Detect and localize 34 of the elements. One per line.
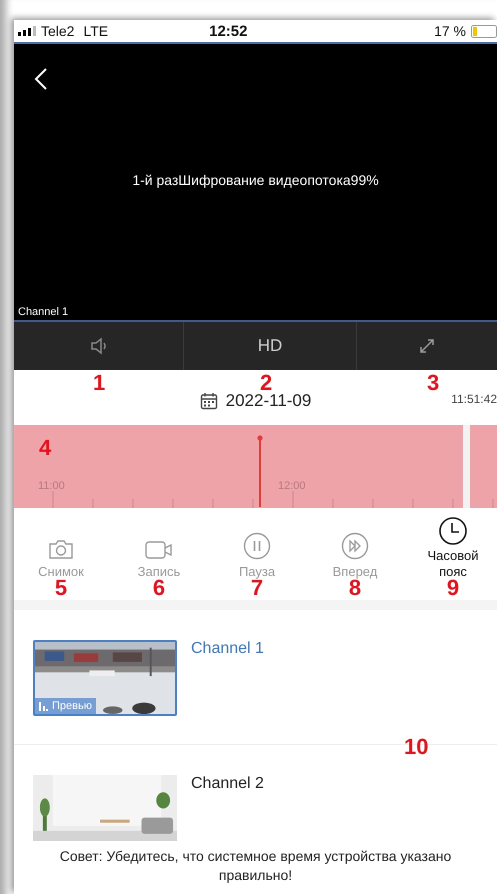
channel-name[interactable]: Channel 1	[191, 640, 264, 658]
quality-button[interactable]: HD	[258, 336, 282, 356]
timezone-button[interactable]: Часовой пояс	[423, 508, 483, 580]
clock-icon	[438, 516, 468, 546]
pause-icon	[243, 532, 271, 560]
annotation-number: 10	[404, 736, 428, 758]
annotation-number: 9	[446, 577, 460, 599]
video-camera-icon	[145, 540, 173, 560]
battery-icon	[471, 24, 497, 38]
annotation-number: 6	[152, 577, 166, 599]
annotation-number: 4	[39, 437, 52, 459]
battery-percent: 17 %	[434, 23, 466, 39]
bars-icon	[39, 701, 49, 711]
annotation-number: 7	[250, 577, 264, 599]
camera-icon	[48, 538, 74, 560]
network-type: LTE	[83, 23, 108, 39]
current-time: 11:51:42	[451, 392, 497, 406]
clock-time: 12:52	[209, 22, 248, 40]
fullscreen-icon[interactable]	[419, 338, 435, 354]
annotation-number: 1	[93, 372, 106, 394]
annotation-number: 3	[427, 372, 440, 394]
calendar-icon[interactable]	[200, 392, 218, 410]
signal-icon	[18, 26, 36, 36]
annotation-number: 8	[348, 577, 362, 599]
back-icon[interactable]	[34, 68, 48, 90]
video-status-message: 1-й разШифрование видеопотока99%	[132, 172, 379, 188]
channel-name[interactable]: Channel 2	[191, 775, 264, 793]
preview-label: Превью	[52, 700, 92, 712]
tip-message: Совет: Убедитесь, что системное время устройства указано правильно!	[58, 847, 452, 885]
fast-forward-icon	[341, 532, 369, 560]
speaker-icon[interactable]	[90, 336, 108, 356]
annotation-number: 5	[54, 577, 68, 599]
channel-label: Channel 1	[18, 306, 68, 318]
carrier-name: Tele2	[41, 23, 74, 39]
